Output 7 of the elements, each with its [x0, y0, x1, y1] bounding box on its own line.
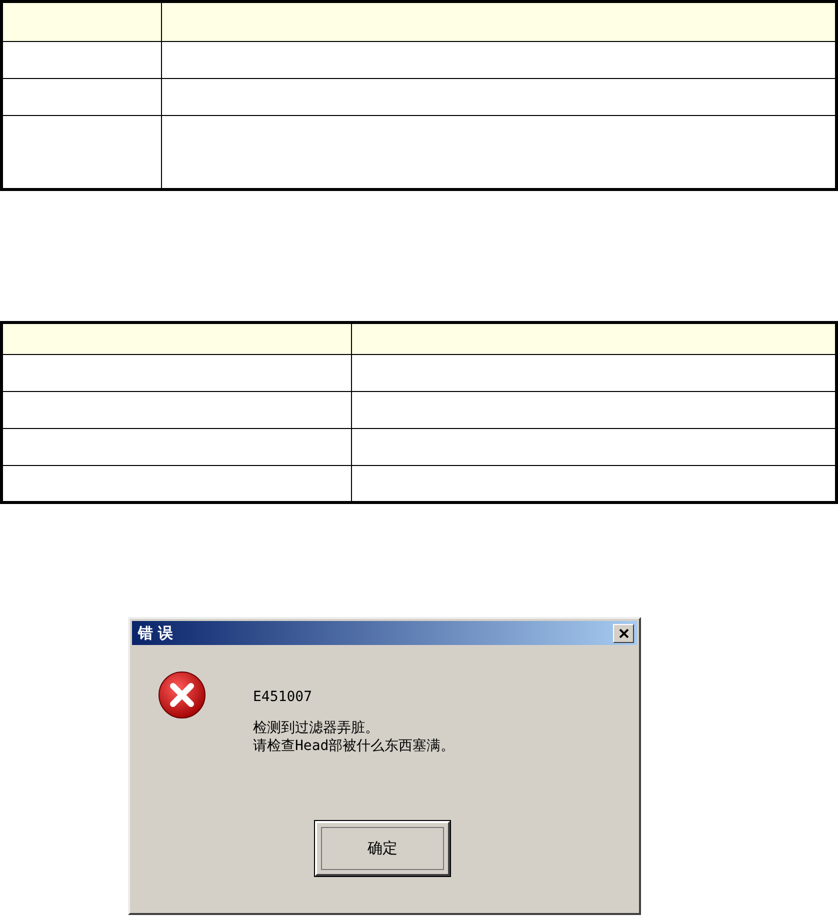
error-message: 检测到过滤器弄脏。 请检查Head部被什么东西塞满。 [253, 719, 455, 755]
close-icon [618, 628, 628, 638]
dialog-title: 错 误 [138, 624, 174, 642]
error-code: E451007 [253, 689, 314, 705]
error-icon [158, 671, 208, 721]
ok-button[interactable]: 确定 [315, 821, 450, 876]
close-button[interactable] [613, 624, 634, 642]
